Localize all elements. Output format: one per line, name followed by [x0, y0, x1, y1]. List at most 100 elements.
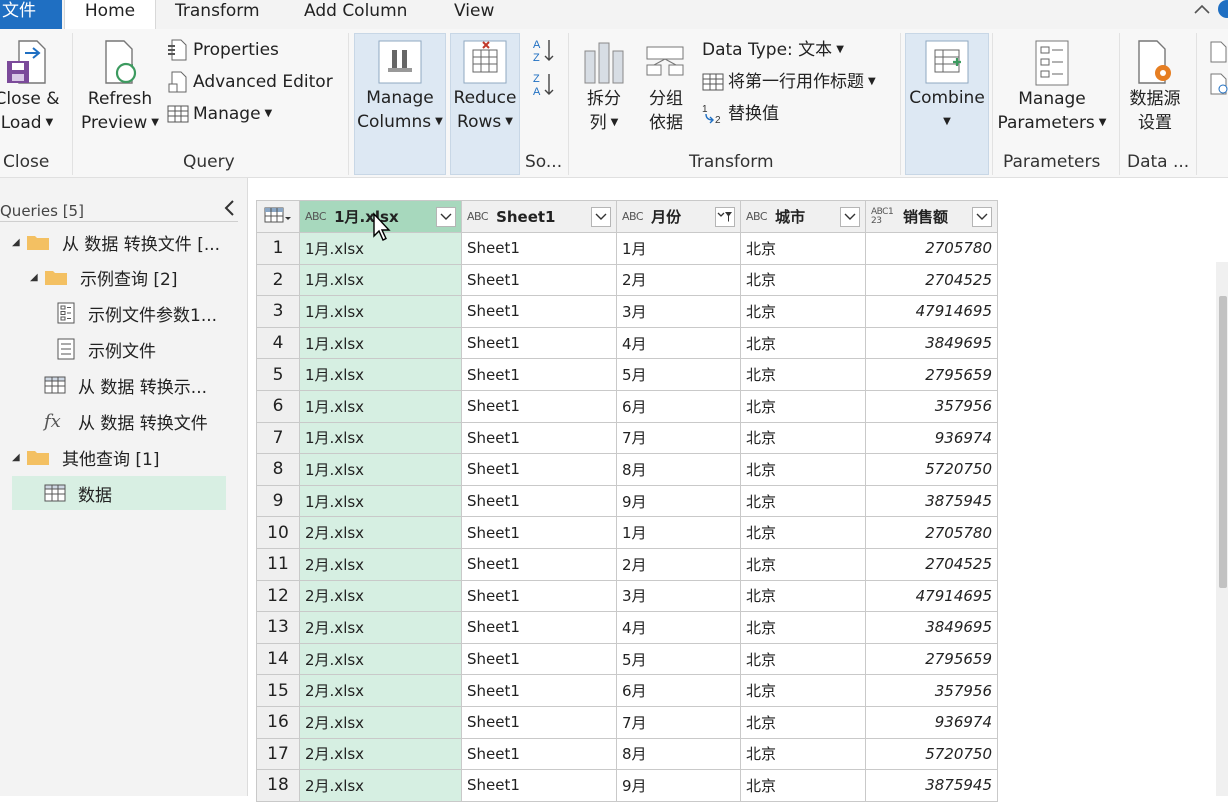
cell-sales[interactable]: 936974: [865, 705, 998, 739]
cell-city[interactable]: 北京: [740, 611, 866, 644]
text-type-icon[interactable]: ABC: [467, 210, 489, 223]
cell-file[interactable]: 2月.xlsx: [299, 611, 462, 644]
row-number[interactable]: 1: [256, 232, 300, 265]
table-menu-corner[interactable]: [256, 200, 300, 233]
cell-sales[interactable]: 2705780: [865, 232, 998, 265]
table-menu-icon[interactable]: [261, 205, 293, 225]
cell-city[interactable]: 北京: [740, 295, 866, 328]
column-filter-button[interactable]: [972, 206, 992, 227]
cell-city[interactable]: 北京: [740, 705, 866, 739]
table-row[interactable]: 12 2月.xlsx Sheet1 3月 北京 47914695: [256, 579, 998, 613]
table-row[interactable]: 4 1月.xlsx Sheet1 4月 北京 3849695: [256, 326, 998, 360]
cell-sales[interactable]: 3875945: [865, 484, 998, 518]
table-row[interactable]: 11 2月.xlsx Sheet1 2月 北京 2704525: [256, 547, 998, 581]
cell-sheet[interactable]: Sheet1: [461, 389, 617, 423]
cell-sheet[interactable]: Sheet1: [461, 674, 617, 707]
table-row[interactable]: 6 1月.xlsx Sheet1 6月 北京 357956: [256, 389, 998, 423]
refresh-preview-button[interactable]: Refresh Preview ▼: [78, 39, 162, 135]
column-filter-button[interactable]: [591, 206, 611, 227]
cell-sheet[interactable]: Sheet1: [461, 453, 617, 486]
cell-sales[interactable]: 47914695: [865, 579, 998, 613]
cell-sheet[interactable]: Sheet1: [461, 611, 617, 644]
use-first-row-as-headers-button[interactable]: 将第一行用作标题 ▼: [702, 71, 876, 93]
properties-button[interactable]: Properties: [167, 39, 279, 61]
table-row[interactable]: 15 2月.xlsx Sheet1 6月 北京 357956: [256, 674, 998, 707]
help-icon[interactable]: [1218, 0, 1228, 18]
cell-file[interactable]: 2月.xlsx: [299, 737, 462, 771]
query-item-sample-file-parameter[interactable]: 示例文件参数1...: [56, 296, 217, 330]
row-number[interactable]: 18: [256, 769, 300, 802]
table-row[interactable]: 7 1月.xlsx Sheet1 7月 北京 936974: [256, 421, 998, 455]
row-number[interactable]: 9: [256, 484, 300, 518]
cell-sheet[interactable]: Sheet1: [461, 484, 617, 518]
table-row[interactable]: 16 2月.xlsx Sheet1 7月 北京 936974: [256, 705, 998, 739]
cell-month[interactable]: 1月: [616, 516, 741, 549]
row-number[interactable]: 16: [256, 705, 300, 739]
cell-sales[interactable]: 3849695: [865, 326, 998, 360]
cell-month[interactable]: 3月: [616, 579, 741, 613]
cell-file[interactable]: 2月.xlsx: [299, 516, 462, 549]
table-row[interactable]: 3 1月.xlsx Sheet1 3月 北京 47914695: [256, 295, 998, 328]
text-type-icon[interactable]: ABC: [305, 210, 327, 223]
cell-file[interactable]: 1月.xlsx: [299, 326, 462, 360]
cell-city[interactable]: 北京: [740, 358, 866, 391]
cell-file[interactable]: 2月.xlsx: [299, 674, 462, 707]
cell-month[interactable]: 4月: [616, 326, 741, 360]
recent-sources-icon[interactable]: [1208, 73, 1228, 95]
cell-sheet[interactable]: Sheet1: [461, 737, 617, 771]
cell-sales[interactable]: 2795659: [865, 642, 998, 676]
cell-city[interactable]: 北京: [740, 516, 866, 549]
row-number[interactable]: 13: [256, 611, 300, 644]
cell-month[interactable]: 5月: [616, 358, 741, 391]
cell-file[interactable]: 2月.xlsx: [299, 579, 462, 613]
cell-sheet[interactable]: Sheet1: [461, 642, 617, 676]
cell-file[interactable]: 1月.xlsx: [299, 263, 462, 297]
cell-file[interactable]: 1月.xlsx: [299, 453, 462, 486]
cell-month[interactable]: 4月: [616, 611, 741, 644]
cell-sheet[interactable]: Sheet1: [461, 295, 617, 328]
column-header-month[interactable]: ABC 月份: [616, 200, 741, 233]
cell-city[interactable]: 北京: [740, 642, 866, 676]
text-type-icon[interactable]: ABC: [622, 210, 644, 223]
cell-month[interactable]: 5月: [616, 642, 741, 676]
sort-descending-icon[interactable]: Z A: [532, 71, 556, 97]
cell-month[interactable]: 8月: [616, 737, 741, 771]
row-number[interactable]: 17: [256, 737, 300, 771]
table-row[interactable]: 2 1月.xlsx Sheet1 2月 北京 2704525: [256, 263, 998, 297]
row-number[interactable]: 10: [256, 516, 300, 549]
row-number[interactable]: 2: [256, 263, 300, 297]
table-row[interactable]: 10 2月.xlsx Sheet1 1月 北京 2705780: [256, 516, 998, 549]
group-by-button[interactable]: 分组 依据: [638, 39, 694, 135]
cell-city[interactable]: 北京: [740, 389, 866, 423]
cell-month[interactable]: 9月: [616, 769, 741, 802]
new-source-icon[interactable]: [1208, 41, 1228, 63]
cell-file[interactable]: 1月.xlsx: [299, 389, 462, 423]
cell-sales[interactable]: 3849695: [865, 611, 998, 644]
expand-triangle-icon[interactable]: ◢: [12, 237, 26, 248]
vertical-scrollbar-thumb[interactable]: [1219, 296, 1227, 588]
manage-columns-button[interactable]: Manage Columns ▼: [354, 33, 446, 175]
manage-parameters-button[interactable]: Manage Parameters ▼: [996, 39, 1108, 135]
cell-city[interactable]: 北京: [740, 579, 866, 613]
table-row[interactable]: 5 1月.xlsx Sheet1 5月 北京 2795659: [256, 358, 998, 391]
row-number[interactable]: 15: [256, 674, 300, 707]
cell-sales[interactable]: 47914695: [865, 295, 998, 328]
cell-city[interactable]: 北京: [740, 484, 866, 518]
cell-sheet[interactable]: Sheet1: [461, 263, 617, 297]
cell-month[interactable]: 7月: [616, 705, 741, 739]
cell-sales[interactable]: 5720750: [865, 453, 998, 486]
data-type-dropdown[interactable]: Data Type: 文本 ▼: [702, 39, 844, 61]
cell-city[interactable]: 北京: [740, 674, 866, 707]
cell-file[interactable]: 1月.xlsx: [299, 484, 462, 518]
reduce-rows-button[interactable]: Reduce Rows ▼: [450, 33, 520, 175]
cell-sales[interactable]: 2705780: [865, 516, 998, 549]
replace-values-button[interactable]: 1 2 替换值: [702, 103, 779, 125]
row-number[interactable]: 5: [256, 358, 300, 391]
table-row[interactable]: 17 2月.xlsx Sheet1 8月 北京 5720750: [256, 737, 998, 771]
query-folder-other-queries[interactable]: ◢ 其他查询 [1]: [12, 440, 159, 474]
table-row[interactable]: 9 1月.xlsx Sheet1 9月 北京 3875945: [256, 484, 998, 518]
column-filter-button[interactable]: [436, 206, 456, 227]
row-number[interactable]: 4: [256, 326, 300, 360]
cell-month[interactable]: 3月: [616, 295, 741, 328]
cell-city[interactable]: 北京: [740, 232, 866, 265]
